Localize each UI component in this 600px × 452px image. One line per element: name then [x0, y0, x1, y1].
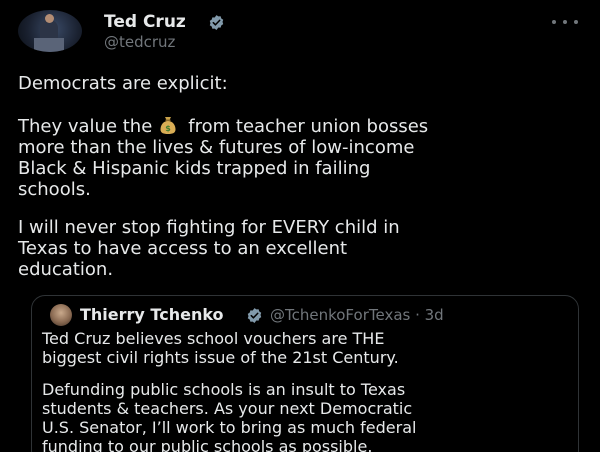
tweet-text-line: Black & Hispanic kids trapped in failing — [18, 158, 371, 179]
quoted-author-handle-time: @TchenkoForTexas · 3d — [270, 306, 444, 324]
quoted-text-line: Ted Cruz believes school vouchers are TH… — [42, 329, 385, 348]
author-name[interactable]: Ted Cruz — [104, 12, 186, 32]
quoted-text-paragraph-2: Defunding public schools is an insult to… — [42, 380, 572, 452]
quoted-tweet-card[interactable]: Thierry Tchenko @TchenkoForTexas · 3d Te… — [31, 295, 579, 452]
verified-badge-icon — [247, 308, 262, 323]
tweet-text-line: I will never stop fighting for EVERY chi… — [18, 217, 400, 238]
tweet-text-paragraph-1: Democrats are explicit: — [18, 73, 588, 94]
quoted-text-line: students & teachers. As your next Democr… — [42, 399, 413, 418]
tweet-text-paragraph-3: I will never stop fighting for EVERY chi… — [18, 217, 588, 280]
tweet-text-fragment: They value the — [18, 116, 153, 137]
more-options-icon[interactable] — [552, 16, 578, 28]
verified-badge-icon — [209, 15, 224, 30]
tweet-text-line: more than the lives & futures of low-inc… — [18, 137, 415, 158]
quoted-text-paragraph-1: Ted Cruz believes school vouchers are TH… — [42, 329, 572, 367]
author-handle[interactable]: @tedcruz — [104, 33, 175, 51]
tweet-text-line: education. — [18, 259, 114, 280]
tweet-text-paragraph-2: They value the $ from teacher union bosses… — [18, 115, 588, 200]
tweet-text-line: They value the $ from teacher union bosses — [18, 115, 588, 137]
money-bag-icon: $ — [158, 115, 178, 135]
quoted-text-line: biggest civil rights issue of the 21st C… — [42, 348, 399, 367]
tweet-text-line: schools. — [18, 179, 91, 200]
quoted-text-line: Defunding public schools is an insult to… — [42, 380, 406, 399]
tweet-text-line: Texas to have access to an excellent — [18, 238, 348, 259]
tweet-text-fragment: from teacher union bosses — [188, 116, 429, 137]
tweet: Ted Cruz @tedcruz Democrats are explicit… — [0, 0, 600, 452]
quoted-author-name: Thierry Tchenko — [80, 305, 224, 324]
svg-text:$: $ — [165, 124, 171, 133]
quoted-text-line: funding to our public schools as possibl… — [42, 437, 373, 452]
quoted-text-line: U.S. Senator, I’ll work to bring as much… — [42, 418, 417, 437]
author-avatar[interactable] — [18, 10, 82, 52]
tweet-text-line: Democrats are explicit: — [18, 73, 228, 94]
quoted-author-avatar[interactable] — [50, 304, 72, 326]
